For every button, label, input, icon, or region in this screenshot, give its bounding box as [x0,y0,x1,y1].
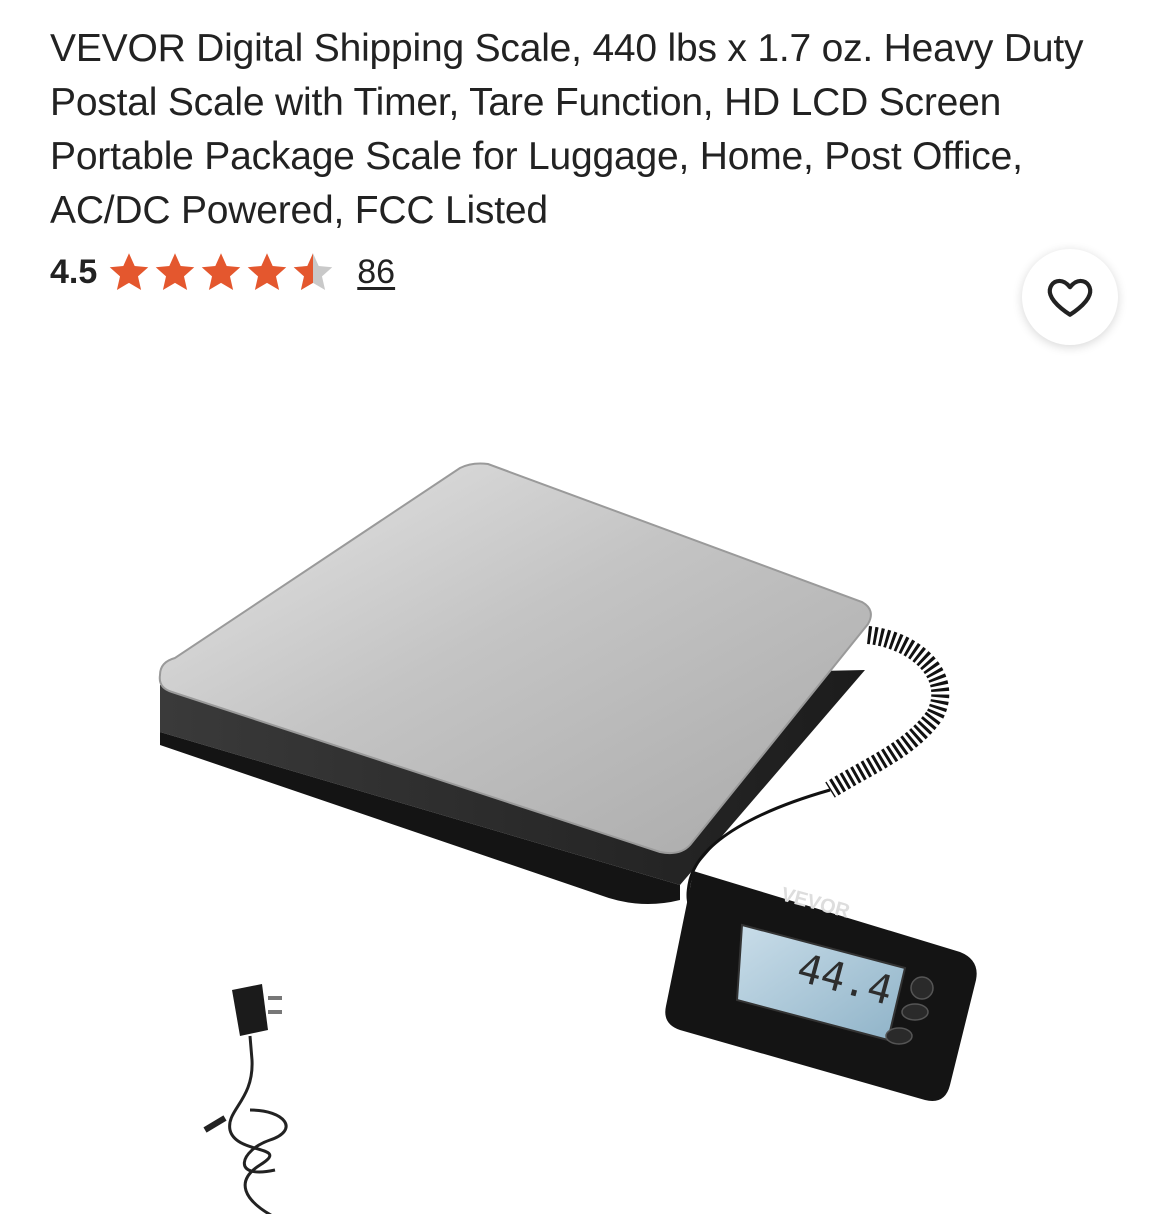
product-image[interactable]: VEVOR 44.4 [0,340,1170,1214]
scale-platform [158,462,872,904]
power-adapter [203,984,288,1214]
star-half-icon [294,253,333,290]
star-icon [202,253,241,290]
star-rating [107,250,337,294]
star-icon [156,253,195,290]
rating-value: 4.5 [50,252,98,291]
rating-row: 4.5 86 [50,248,395,296]
heart-outline-icon [1047,278,1093,317]
star-icon [248,253,287,290]
star-icon [110,253,149,290]
review-count-link[interactable]: 86 [357,253,395,292]
favorite-button[interactable] [1022,249,1118,345]
scale-display-unit: VEVOR 44.4 [665,869,977,1101]
product-title: VEVOR Digital Shipping Scale, 440 lbs x … [50,27,1084,232]
